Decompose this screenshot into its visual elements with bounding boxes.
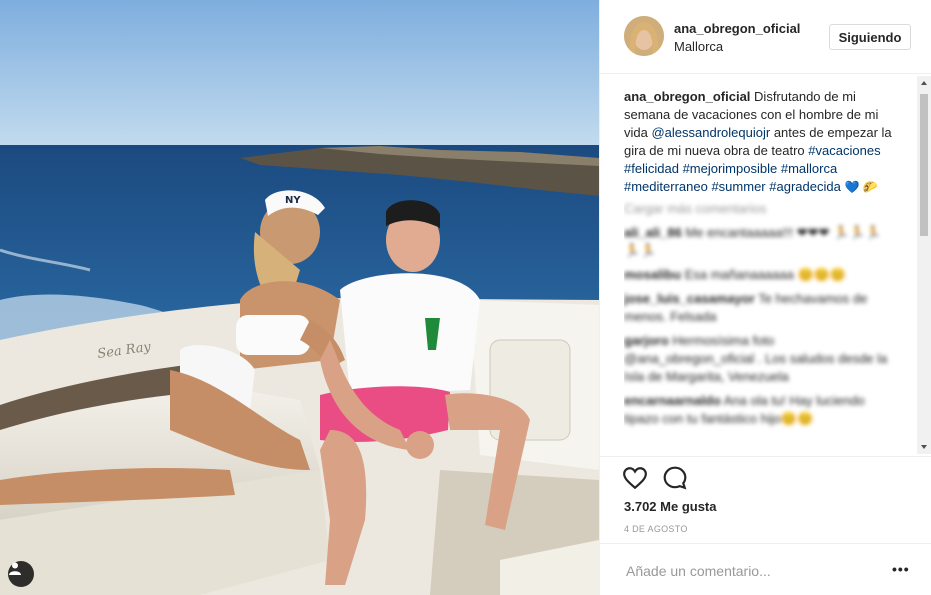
speech-bubble-icon[interactable] <box>662 465 688 491</box>
scroll-thumb[interactable] <box>920 94 928 236</box>
scroll-down-arrow-icon[interactable] <box>921 445 927 449</box>
cap-logo-text: NY <box>285 195 301 206</box>
comment: garjoro Hermosísima foto @ana_obregon_of… <box>624 332 896 386</box>
comment-input[interactable] <box>624 562 868 580</box>
scroll-up-arrow-icon[interactable] <box>921 81 927 85</box>
comment-username[interactable]: jose_luis_casamayor <box>624 291 755 306</box>
avatar[interactable] <box>624 16 664 56</box>
comments-list[interactable]: ana_obregon_oficial Disfrutando de mi se… <box>624 88 896 456</box>
beach-boat-scene: Sea Ray NY <box>0 0 599 595</box>
comment: mosalibu Esa mañanaaaaaa 😊😊😊 <box>624 266 896 284</box>
heart-outline-icon[interactable] <box>622 465 648 491</box>
load-more-comments[interactable]: Cargar más comentarios <box>624 200 896 218</box>
post-actions: 3.702 Me gusta 4 DE AGOSTO <box>600 456 931 543</box>
post-caption: ana_obregon_oficial Disfrutando de mi se… <box>624 88 896 196</box>
comment: ali_ali_86 Me encantaaaaa!!! ❤❤❤ 🏃🏃🏃🏃🏃 <box>624 224 896 260</box>
post-photo[interactable]: Sea Ray NY <box>0 0 599 595</box>
hashtag-link[interactable]: #vacaciones <box>808 143 880 158</box>
post-author-username[interactable]: ana_obregon_oficial <box>674 21 800 36</box>
comment-username[interactable]: garjoro <box>624 333 669 348</box>
comment-username[interactable]: ali_ali_86 <box>624 225 682 240</box>
post-date[interactable]: 4 DE AGOSTO <box>624 524 688 534</box>
comments-scrollbar[interactable] <box>917 76 931 454</box>
like-count[interactable]: 3.702 Me gusta <box>624 499 717 514</box>
comment: jose_luis_casamayor Te hechavamos de men… <box>624 290 896 326</box>
more-options-icon[interactable]: ••• <box>892 561 910 577</box>
caption-mention[interactable]: @alessandrolequiojr <box>651 125 770 140</box>
hashtag-link[interactable]: #mallorca <box>781 161 837 176</box>
following-button[interactable]: Siguiendo <box>829 24 911 50</box>
add-comment-bar: ••• <box>600 543 931 595</box>
post-side-panel: ana_obregon_oficial Mallorca Siguiendo a… <box>599 0 931 595</box>
hashtag-link[interactable]: #agradecida <box>769 179 841 194</box>
post-location[interactable]: Mallorca <box>674 39 723 54</box>
hashtag-link[interactable]: #mejorimposible <box>683 161 778 176</box>
comment-username[interactable]: mosalibu <box>624 267 681 282</box>
comment-text: Esa mañanaaaaaa 😊😊😊 <box>684 267 847 282</box>
hashtag-link[interactable]: #felicidad <box>624 161 679 176</box>
post-header: ana_obregon_oficial Mallorca Siguiendo <box>600 0 931 74</box>
comment: encarnaarnaldo Ana ola tu! Hay luciendo … <box>624 392 896 428</box>
comment-username[interactable]: encarnaarnaldo <box>624 393 721 408</box>
hashtag-link[interactable]: #summer <box>711 179 765 194</box>
caption-emojis: 💙 🌮 <box>844 180 878 194</box>
user-tag-icon[interactable] <box>8 561 34 587</box>
hashtag-link[interactable]: #mediterraneo <box>624 179 708 194</box>
caption-username[interactable]: ana_obregon_oficial <box>624 89 750 104</box>
